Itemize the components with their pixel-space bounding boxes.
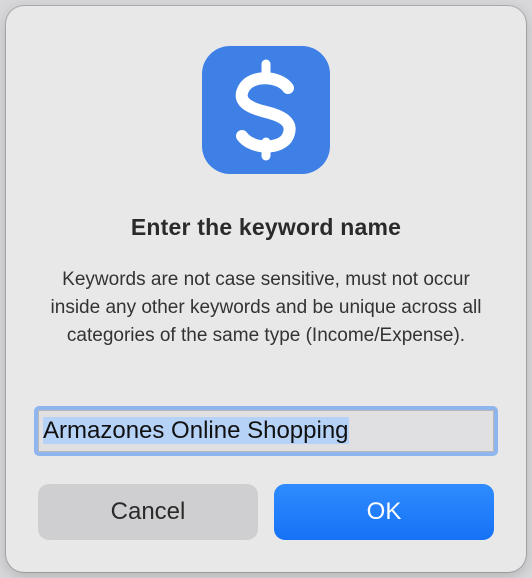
keyword-name-input[interactable]: Armazones Online Shopping — [38, 410, 494, 452]
ok-button[interactable]: OK — [274, 484, 494, 540]
dollar-sign-app-icon — [202, 46, 330, 174]
cancel-button[interactable]: Cancel — [38, 484, 258, 540]
keyword-name-dialog: Enter the keyword name Keywords are not … — [6, 6, 526, 572]
dialog-message: Keywords are not case sensitive, must no… — [50, 269, 482, 346]
keyword-input-value: Armazones Online Shopping — [43, 417, 349, 444]
keyword-input-focus-ring: Armazones Online Shopping — [34, 406, 498, 456]
dialog-title: Enter the keyword name — [130, 214, 402, 240]
